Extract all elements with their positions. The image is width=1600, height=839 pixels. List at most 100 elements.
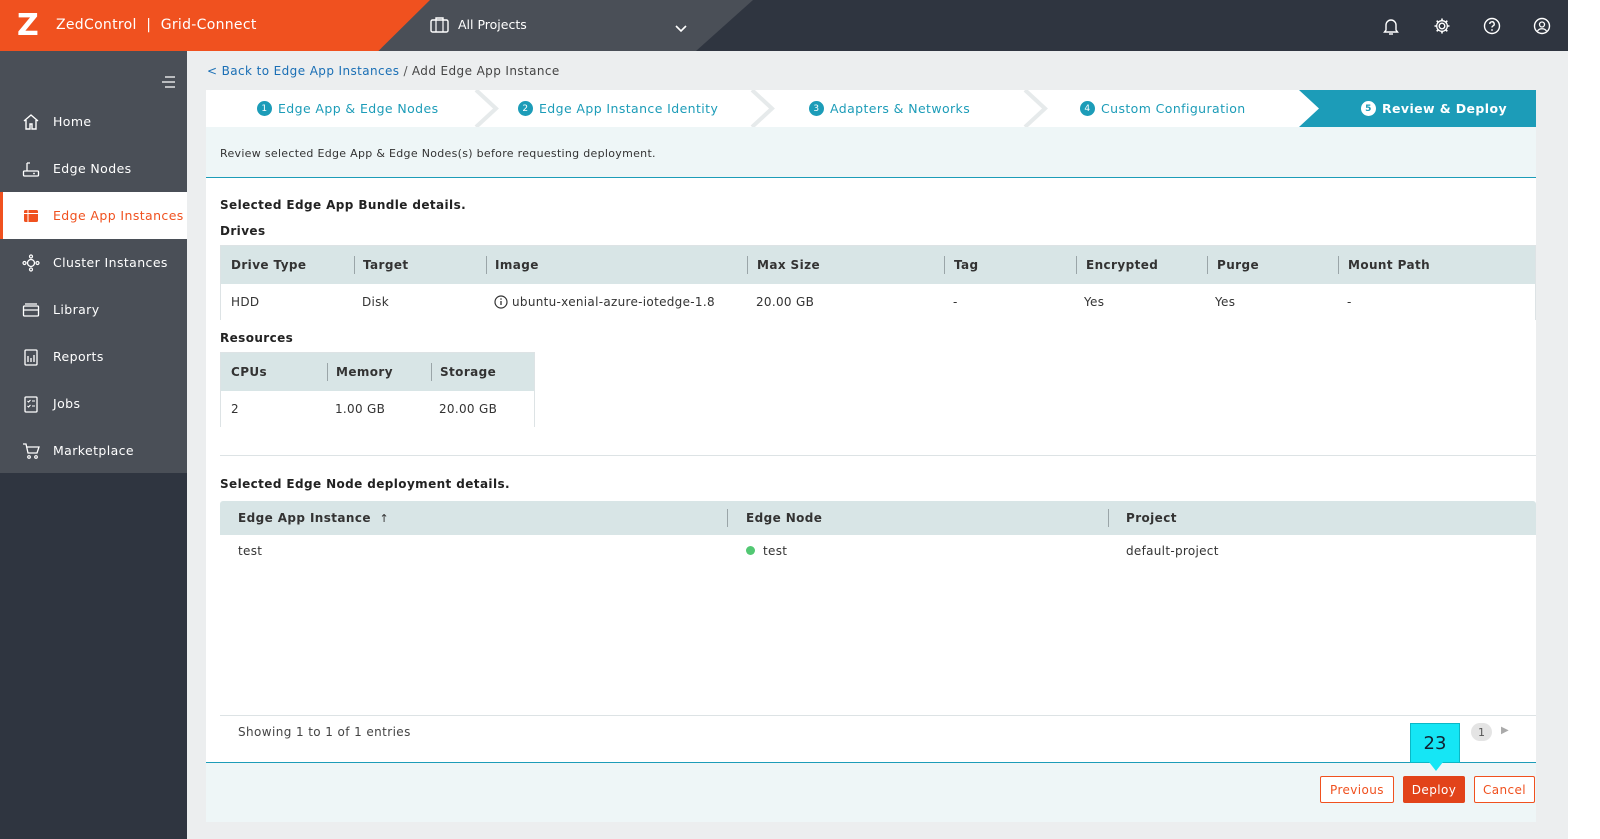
bundle-details-title: Selected Edge App Bundle details.	[220, 198, 467, 212]
drives-title: Drives	[220, 224, 266, 238]
sidebar-item-jobs[interactable]: Jobs	[0, 380, 187, 427]
drives-table-header: Drive Type Target Image Max Size Tag Enc…	[221, 246, 1535, 284]
zededa-logo: Z	[17, 8, 39, 43]
column-separator	[1076, 256, 1077, 274]
deploy-button[interactable]: Deploy	[1403, 776, 1465, 803]
table-cell: Disk	[362, 295, 389, 309]
sidebar-item-label: Edge App Instances	[53, 208, 184, 223]
step-label: Edge App & Edge Nodes	[278, 101, 439, 116]
column-header[interactable]: Mount Path	[1348, 258, 1430, 272]
table-cell: HDD	[231, 295, 260, 309]
review-panel: Review selected Edge App & Edge Nodes(s)…	[206, 127, 1536, 822]
sidebar-item-home[interactable]: Home	[0, 98, 187, 145]
column-header[interactable]: Storage	[440, 365, 496, 379]
review-banner: Review selected Edge App & Edge Nodes(s)…	[206, 127, 1536, 178]
column-header-edge-app-instance[interactable]: Edge App Instance ↑	[238, 511, 389, 525]
table-cell: Yes	[1084, 295, 1105, 309]
column-header[interactable]: Target	[363, 258, 409, 272]
table-row: HDD Disk ubuntu-xenial-azure-iotedge-1.8…	[221, 284, 1535, 320]
column-header[interactable]: Image	[495, 258, 539, 272]
step-divider	[474, 90, 499, 127]
wizard-stepper: 1 Edge App & Edge Nodes 2 Edge App Insta…	[206, 90, 1536, 127]
column-separator	[431, 363, 432, 381]
bell-icon[interactable]	[1382, 17, 1400, 40]
column-header[interactable]: Tag	[954, 258, 979, 272]
help-icon[interactable]	[1483, 17, 1501, 39]
resources-title: Resources	[220, 331, 294, 345]
step-instance-identity[interactable]: 2 Edge App Instance Identity	[518, 90, 718, 127]
sort-ascending-icon[interactable]: ↑	[380, 512, 390, 525]
node-table-header: Edge App Instance ↑ Edge Node Project	[220, 501, 1536, 535]
sidebar-item-reports[interactable]: Reports	[0, 333, 187, 380]
column-header[interactable]: CPUs	[231, 365, 267, 379]
sidebar-item-label: Marketplace	[53, 443, 134, 458]
edge-node-icon	[21, 159, 41, 179]
section-divider	[220, 455, 1536, 456]
chevron-down-icon[interactable]	[675, 18, 687, 37]
edge-node-name[interactable]: test	[763, 544, 787, 558]
step-label: Adapters & Networks	[830, 101, 971, 116]
breadcrumb-current: Add Edge App Instance	[411, 64, 560, 78]
column-header[interactable]: Project	[1126, 511, 1177, 525]
sidebar-item-label: Home	[53, 114, 92, 129]
column-separator	[327, 363, 328, 381]
back-to-instances-link[interactable]: < Back to Edge App Instances	[207, 64, 399, 78]
sidebar-item-label: Library	[53, 302, 100, 317]
table-cell: -	[1347, 295, 1352, 309]
sidebar-item-label: Cluster Instances	[53, 255, 168, 270]
column-separator	[727, 509, 728, 527]
page-1-button[interactable]: 1	[1471, 723, 1492, 741]
sidebar-item-library[interactable]: Library	[0, 286, 187, 333]
column-header[interactable]: Edge Node	[746, 511, 822, 525]
sidebar-item-edge-app-instances[interactable]: Edge App Instances	[0, 192, 187, 239]
column-separator	[1207, 256, 1208, 274]
column-separator	[944, 256, 945, 274]
column-header[interactable]: Drive Type	[231, 258, 306, 272]
resources-table: CPUs Memory Storage 2 1.00 GB 20.00 GB	[220, 352, 535, 427]
column-header[interactable]: Memory	[336, 365, 393, 379]
column-separator	[747, 256, 748, 274]
step-review-deploy[interactable]: 5 Review & Deploy	[1361, 90, 1507, 127]
brand-title: ZedControl | Grid-Connect	[56, 17, 257, 33]
previous-button[interactable]: Previous	[1320, 776, 1394, 803]
gear-icon[interactable]	[1433, 17, 1451, 39]
collapse-menu-icon[interactable]	[161, 73, 176, 92]
sidebar-item-edge-nodes[interactable]: Edge Nodes	[0, 145, 187, 192]
step-callout-badge: 23	[1410, 723, 1460, 763]
step-edge-app-nodes[interactable]: 1 Edge App & Edge Nodes	[257, 90, 439, 127]
info-icon[interactable]	[494, 295, 508, 309]
step-number: 3	[809, 101, 824, 116]
app-window: Z ZedControl | Grid-Connect All Projects	[0, 0, 1568, 839]
project-selector[interactable]: All Projects	[458, 17, 527, 32]
step-number: 2	[518, 101, 533, 116]
user-icon[interactable]	[1533, 17, 1551, 39]
table-cell: 2	[231, 402, 239, 416]
step-divider	[750, 90, 775, 127]
sidebar-item-cluster-instances[interactable]: Cluster Instances	[0, 239, 187, 286]
step-custom-configuration[interactable]: 4 Custom Configuration	[1080, 90, 1246, 127]
node-details-title: Selected Edge Node deployment details.	[220, 477, 510, 491]
sidebar-item-marketplace[interactable]: Marketplace	[0, 427, 187, 474]
breadcrumb-separator: /	[403, 64, 408, 78]
step-adapters-networks[interactable]: 3 Adapters & Networks	[809, 90, 970, 127]
sidebar-item-label: Edge Nodes	[53, 161, 132, 176]
column-header[interactable]: Encrypted	[1086, 258, 1158, 272]
instance-name-cell[interactable]: test	[238, 544, 262, 558]
next-page-icon[interactable]: ▶	[1501, 725, 1509, 736]
online-status-dot	[746, 546, 755, 555]
column-separator	[1108, 509, 1109, 527]
cancel-button[interactable]: Cancel	[1474, 776, 1535, 803]
column-header[interactable]: Max Size	[757, 258, 820, 272]
table-cell: 20.00 GB	[756, 295, 815, 309]
column-header[interactable]: Purge	[1217, 258, 1259, 272]
sidebar-menu: Home Edge Nodes Edge App Instances Clust…	[0, 51, 187, 473]
sidebar: Home Edge Nodes Edge App Instances Clust…	[0, 51, 187, 839]
project-cell: default-project	[1126, 544, 1219, 558]
table-cell: -	[953, 295, 958, 309]
jobs-icon	[21, 394, 41, 414]
image-cell: ubuntu-xenial-azure-iotedge-1.8	[494, 295, 715, 309]
step-label: Custom Configuration	[1101, 101, 1246, 116]
step-label: Edge App Instance Identity	[539, 101, 719, 116]
step-number: 1	[257, 101, 272, 116]
bottom-strip	[187, 822, 1568, 839]
